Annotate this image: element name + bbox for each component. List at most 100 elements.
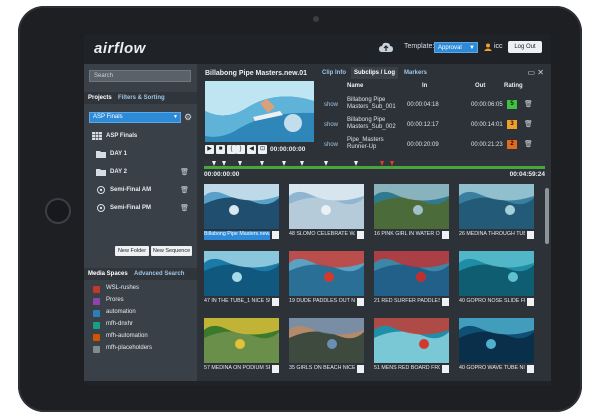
- timeline-track[interactable]: [204, 166, 545, 169]
- project-select[interactable]: ASP Finals ▼: [89, 112, 181, 123]
- media-space-item[interactable]: Prores: [84, 295, 197, 307]
- media-space-icon: [93, 322, 100, 329]
- logout-button[interactable]: Log Out: [508, 41, 542, 53]
- tree-item[interactable]: DAY 1: [84, 146, 197, 164]
- media-space-label: WSL-rushes: [106, 285, 140, 291]
- maximize-icon[interactable]: ▭: [528, 68, 536, 77]
- checkbox-icon[interactable]: [272, 231, 279, 239]
- rating-badge[interactable]: 5: [507, 100, 517, 109]
- media-space-item[interactable]: WSL-rushes: [84, 283, 197, 295]
- thumbnail-caption: 26 MEDINA THROUGH TUBE: [459, 231, 525, 237]
- tree-item[interactable]: Semi-Final AM 🗑: [84, 182, 197, 200]
- checkbox-icon[interactable]: [272, 365, 279, 373]
- subclip-row[interactable]: show Billabong Pipe Masters_Sub_001 00:0…: [319, 95, 548, 115]
- trash-icon[interactable]: 🗑: [180, 168, 189, 176]
- trash-icon[interactable]: 🗑: [180, 204, 189, 212]
- media-thumbnail[interactable]: 47 IN THE TUBE_1 NICE SURF: [204, 251, 279, 308]
- media-thumbnail[interactable]: 21 RED SURFER PADDLES OUT: [374, 251, 449, 308]
- rating-badge[interactable]: 3: [507, 120, 517, 129]
- checkbox-icon[interactable]: [357, 231, 364, 239]
- checkbox-icon[interactable]: [527, 231, 534, 239]
- tab-projects[interactable]: Projects: [88, 92, 112, 104]
- tab-markers[interactable]: Markers: [401, 67, 430, 79]
- left-panel: Search Projects Filters & Sorting ASP Fi…: [84, 64, 197, 385]
- trash-icon[interactable]: 🗑: [524, 120, 533, 128]
- trash-icon[interactable]: 🗑: [524, 140, 533, 148]
- tree-item[interactable]: ASP Finals: [84, 128, 197, 146]
- rating-badge[interactable]: 2: [507, 140, 517, 149]
- new-folder-button[interactable]: New Folder: [115, 246, 149, 256]
- subclip-row[interactable]: show Pipe_Masters Runner-Up 00:00:20:09 …: [319, 135, 548, 155]
- media-thumbnail[interactable]: Billabong Pipe Masters.new.01: [204, 184, 279, 241]
- gear-icon[interactable]: ⚙: [184, 112, 192, 123]
- media-thumbnail[interactable]: 26 MEDINA THROUGH TUBE: [459, 184, 534, 241]
- project-select-value: ASP Finals: [93, 114, 123, 120]
- new-sequence-button[interactable]: New Sequence: [151, 246, 192, 256]
- checkbox-icon[interactable]: [357, 365, 364, 373]
- video-player[interactable]: [205, 81, 314, 142]
- thumbnail-caption: 35 GIRLS ON BEACH NICE: [289, 365, 355, 371]
- grid-scrollbar[interactable]: [545, 188, 549, 244]
- media-thumbnail[interactable]: 19 DUDE PADDLES OUT NICE: [289, 251, 364, 308]
- trash-icon[interactable]: 🗑: [524, 100, 533, 108]
- media-thumbnail[interactable]: 16 PINK GIRL IN WATER OF: [374, 184, 449, 241]
- show-link[interactable]: show: [324, 142, 338, 148]
- checkbox-icon[interactable]: [442, 298, 449, 306]
- stop-icon[interactable]: ■: [216, 145, 225, 154]
- chevron-down-icon: ▼: [469, 45, 475, 51]
- camera-icon: [313, 16, 319, 22]
- tab-advanced-search[interactable]: Advanced Search: [134, 268, 184, 280]
- checkbox-icon[interactable]: [442, 365, 449, 373]
- fullscreen-icon[interactable]: ⊡: [258, 145, 267, 154]
- tab-filters-sorting[interactable]: Filters & Sorting: [118, 92, 165, 104]
- tab-media-spaces[interactable]: Media Spaces: [88, 268, 128, 280]
- home-button[interactable]: [45, 198, 71, 224]
- checkbox-icon[interactable]: [442, 231, 449, 239]
- tree-item-label: ASP Finals: [106, 133, 138, 139]
- user-icon: [484, 43, 492, 51]
- user-name: icc: [494, 43, 503, 50]
- thumbnail-caption: 48 SLOMO CELEBRATE WAVE: [289, 231, 355, 237]
- checkbox-icon[interactable]: [527, 298, 534, 306]
- search-input[interactable]: Search: [89, 70, 191, 82]
- close-icon[interactable]: ✕: [537, 68, 544, 77]
- checkbox-icon[interactable]: [357, 298, 364, 306]
- timeline[interactable]: 00:00:00:00 00:04:59:24: [204, 156, 545, 182]
- mark-in-icon[interactable]: {: [227, 145, 236, 154]
- thumbnail-image: [374, 251, 449, 296]
- media-thumbnail[interactable]: 51 MENS RED BOARD FRONT: [374, 318, 449, 375]
- thumbnail-caption: 57 MEDINA ON PODIUM SPARK: [204, 365, 270, 371]
- show-link[interactable]: show: [324, 122, 338, 128]
- subclip-in: 00:00:04:18: [407, 102, 439, 108]
- thumbnail-caption: 40 GOPRO NOSE SLIDE FRONT: [459, 298, 525, 304]
- tree-item[interactable]: DAY 2 🗑: [84, 164, 197, 182]
- cloud-upload-icon[interactable]: [379, 42, 393, 54]
- viewer-titlebar: Billabong Pipe Masters.new.01: [197, 64, 317, 77]
- media-thumbnail[interactable]: 40 GOPRO NOSE SLIDE FRONT: [459, 251, 534, 308]
- media-space-item[interactable]: mfh-placeholders: [84, 343, 197, 355]
- checkbox-icon[interactable]: [272, 298, 279, 306]
- media-thumbnail[interactable]: 40 GOPRO WAVE TUBE NICE: [459, 318, 534, 375]
- subclip-row[interactable]: show Billabong Pipe Masters_Sub_002 00:0…: [319, 115, 548, 135]
- trash-icon[interactable]: 🗑: [180, 186, 189, 194]
- media-space-icon: [93, 298, 100, 305]
- mark-out-icon[interactable]: }: [236, 145, 245, 154]
- thumbnail-image: [374, 184, 449, 229]
- template-select[interactable]: Approval ▼: [434, 42, 478, 53]
- checkbox-icon[interactable]: [527, 365, 534, 373]
- show-link[interactable]: show: [324, 102, 338, 108]
- media-thumbnail[interactable]: 48 SLOMO CELEBRATE WAVE: [289, 184, 364, 241]
- media-thumbnail[interactable]: 35 GIRLS ON BEACH NICE: [289, 318, 364, 375]
- volume-icon[interactable]: ◀: [247, 145, 256, 154]
- thumbnail-image: [289, 318, 364, 363]
- media-space-item[interactable]: mfh-dnxhr: [84, 319, 197, 331]
- media-space-item[interactable]: mfh-automation: [84, 331, 197, 343]
- media-space-item[interactable]: automation: [84, 307, 197, 319]
- media-thumbnail[interactable]: 57 MEDINA ON PODIUM SPARK: [204, 318, 279, 375]
- tab-subclips-log[interactable]: Subclips / Log: [351, 67, 399, 79]
- tab-clip-info[interactable]: Clip Info: [319, 67, 349, 79]
- thumbnail-caption: 19 DUDE PADDLES OUT NICE: [289, 298, 355, 304]
- tree-item[interactable]: Semi-Final PM 🗑: [84, 200, 197, 218]
- play-icon[interactable]: ▶: [205, 145, 214, 154]
- thumbnail-image: [289, 251, 364, 296]
